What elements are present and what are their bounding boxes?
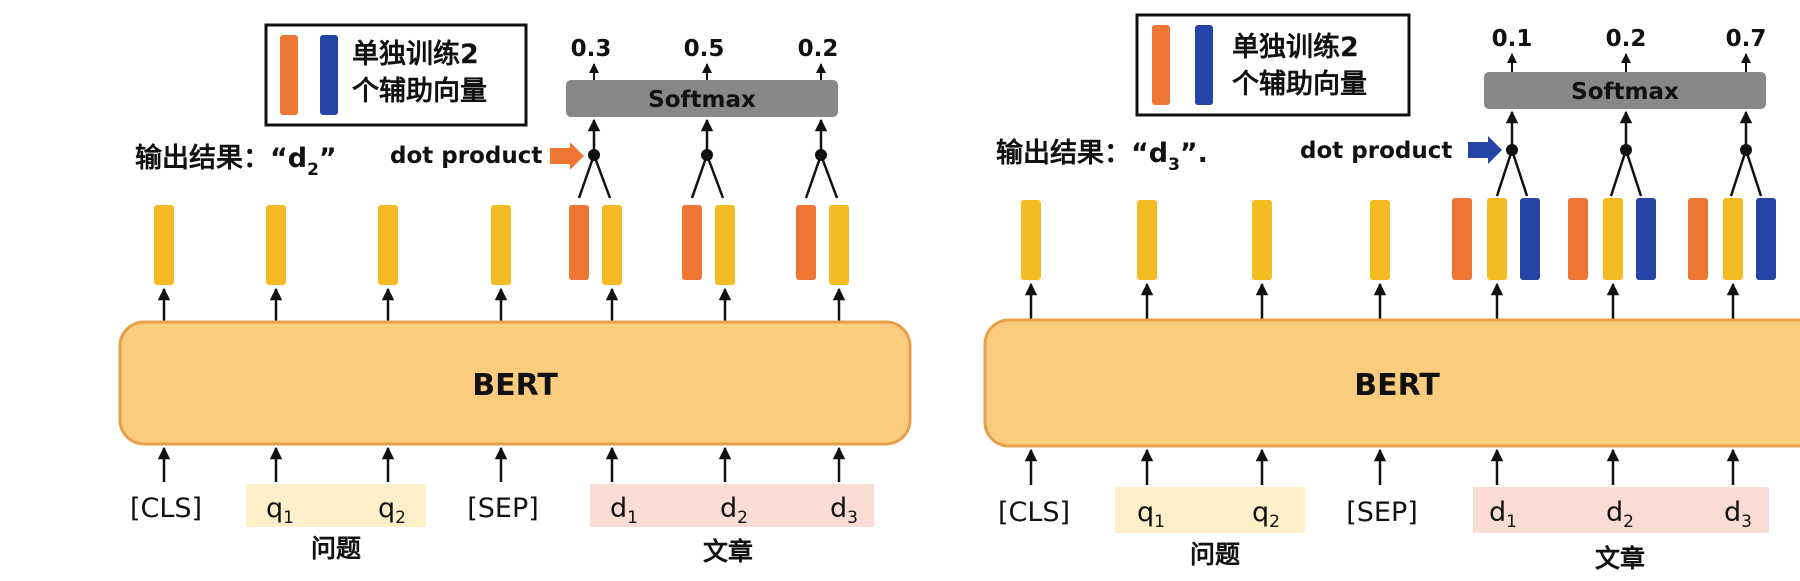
probability-d3: 0.2 <box>798 36 839 62</box>
vector-d2 <box>715 205 735 285</box>
passage-group-label: 文章 <box>703 537 753 566</box>
vector-aux-orange <box>796 205 816 280</box>
vector-cls <box>154 205 174 285</box>
probability-d1: 0.1 <box>1492 26 1533 52</box>
probability-d2: 0.2 <box>1606 26 1647 52</box>
vector-d2 <box>1603 198 1623 280</box>
dot-product-node <box>701 149 713 161</box>
output-result-label: 输出结果：“d2” <box>135 142 337 180</box>
panel-left: 单独训练2 个辅助向量 0.3 0.5 0.2 Softmax 输出结果：“d2… <box>118 23 912 566</box>
dot-product-node <box>588 149 600 161</box>
panel-right: 单独训练2 个辅助向量 0.1 0.2 0.7 Softmax 输出结果：“d3… <box>983 13 1800 573</box>
vector-aux-orange <box>682 205 702 280</box>
vector-cls <box>1021 200 1041 280</box>
output-vectors <box>1021 198 1776 280</box>
dot-product-label: dot product <box>1300 138 1452 164</box>
legend-line2: 个辅助向量 <box>1232 68 1367 100</box>
vector-aux-orange <box>1688 198 1708 280</box>
dot-product-node <box>1620 144 1632 156</box>
dot-product-label: dot product <box>390 143 542 169</box>
output-vectors <box>154 205 849 285</box>
dot-product-arrow <box>550 142 584 170</box>
vector-q1 <box>1137 200 1157 280</box>
vector-q2 <box>1252 200 1272 280</box>
bert-label: BERT <box>472 368 558 403</box>
vector-aux-blue <box>1636 198 1656 280</box>
legend-line2: 个辅助向量 <box>352 75 487 107</box>
vector-q1 <box>266 205 286 285</box>
legend-line1: 单独训练2 <box>352 38 479 70</box>
passage-group-label: 文章 <box>1595 544 1645 573</box>
probability-d3: 0.7 <box>1726 26 1767 52</box>
bert-qa-diagram: 单独训练2 个辅助向量 0.3 0.5 0.2 Softmax 输出结果：“d2… <box>118 13 1800 573</box>
vector-d3 <box>1723 198 1743 280</box>
vector-d1 <box>1487 198 1507 280</box>
vector-sep <box>1370 200 1390 280</box>
dot-product-node <box>815 149 827 161</box>
legend-blue-swatch <box>1195 25 1213 105</box>
vector-q2 <box>378 205 398 285</box>
softmax-label: Softmax <box>1571 79 1679 105</box>
question-group-label: 问题 <box>1190 540 1240 569</box>
token-sep: [SEP] <box>1346 497 1418 528</box>
legend-orange-swatch <box>280 35 298 115</box>
probability-d1: 0.3 <box>571 36 612 62</box>
legend-box: 单独训练2 个辅助向量 <box>264 23 528 127</box>
question-group-label: 问题 <box>311 534 361 563</box>
vector-d1 <box>602 205 622 285</box>
vector-sep <box>491 205 511 285</box>
vector-aux-blue <box>1520 198 1540 280</box>
legend-orange-swatch <box>1152 25 1170 105</box>
vector-aux-orange <box>569 205 589 280</box>
probability-d2: 0.5 <box>684 36 725 62</box>
vector-d3 <box>829 205 849 285</box>
legend-line1: 单独训练2 <box>1232 31 1359 63</box>
softmax-label: Softmax <box>648 87 756 113</box>
dot-product-arrow <box>1468 136 1502 164</box>
output-result-label: 输出结果：“d3”. <box>996 137 1208 175</box>
token-cls: [CLS] <box>998 497 1070 528</box>
dot-product-node <box>1506 144 1518 156</box>
vector-aux-orange <box>1568 198 1588 280</box>
dot-product-node <box>1740 144 1752 156</box>
vector-aux-blue <box>1756 198 1776 280</box>
bert-label: BERT <box>1354 368 1440 403</box>
legend-blue-swatch <box>320 35 338 115</box>
token-cls: [CLS] <box>130 493 202 524</box>
vector-aux-orange <box>1452 198 1472 280</box>
token-sep: [SEP] <box>467 493 539 524</box>
legend-box: 单独训练2 个辅助向量 <box>1135 13 1411 117</box>
